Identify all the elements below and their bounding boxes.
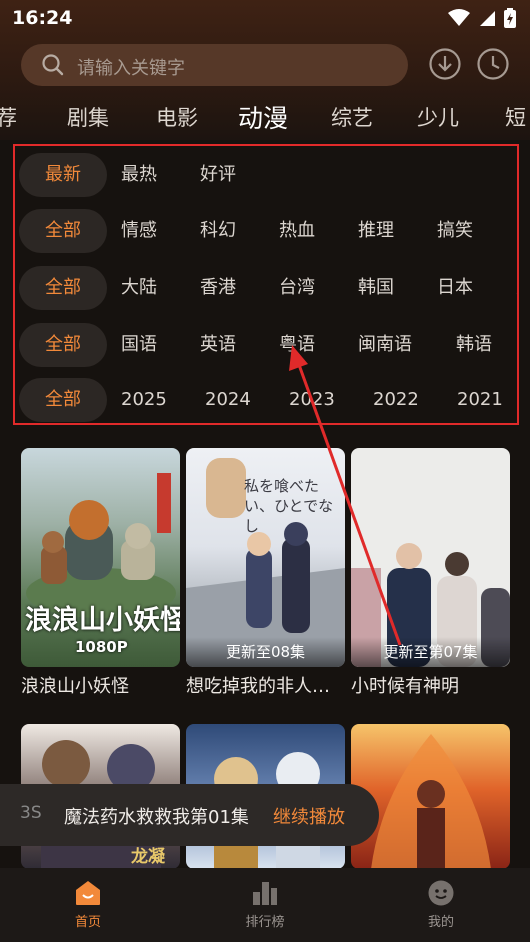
status-time: 16:24 [12,7,73,29]
nav-home[interactable]: 首页 [28,868,148,942]
home-icon [76,881,100,905]
filter-region-item[interactable]: 美 [516,266,517,310]
filter-region-all[interactable]: 全部 [19,266,107,310]
search-bar[interactable]: 请输入关键字 [21,44,408,86]
battery-icon [504,8,516,28]
filter-year-item[interactable]: 2021 [457,378,503,422]
tab-shorts[interactable]: 短 [505,102,526,132]
status-icons [448,8,516,28]
tab-anime[interactable]: 动漫 [238,99,288,135]
episode-badge: 更新至08集 [186,637,345,667]
tab-series[interactable]: 剧集 [67,102,109,132]
continue-play-button[interactable]: 继续播放 [273,803,345,829]
filter-region-item[interactable]: 韩国 [358,266,394,310]
card-title[interactable]: 想吃掉我的非人… [186,672,346,698]
nav-home-label: 首页 [74,915,101,930]
header: 16:24 请输入关键字 荐 剧集 电影 动漫 综艺 少儿 短 [0,0,530,140]
filter-sort-hot[interactable]: 最热 [121,153,157,197]
filter-genre-item[interactable]: 热血 [279,209,315,253]
filter-row-region: 全部 大陆 香港 台湾 韩国 日本 美 [15,266,517,310]
tab-kids[interactable]: 少儿 [417,102,459,132]
filter-region-item[interactable]: 大陆 [121,266,157,310]
history-icon[interactable] [476,47,510,81]
filter-genre-all[interactable]: 全部 [19,209,107,253]
poster-art [371,734,491,869]
card-title[interactable]: 浪浪山小妖怪 [21,672,181,698]
filter-language-item[interactable]: 英语 [200,323,236,367]
poster-art [351,543,510,667]
nav-ranking[interactable]: 排行榜 [205,868,325,942]
filter-region-item[interactable]: 日本 [437,266,473,310]
filter-genre-item[interactable]: 科幻 [200,209,236,253]
filter-region-item[interactable]: 香港 [200,266,236,310]
ranking-icon [253,882,277,905]
category-tabs: 荐 剧集 电影 动漫 综艺 少儿 短 [0,98,530,138]
filter-year-item[interactable]: 2024 [205,378,251,422]
filter-sort-rated[interactable]: 好评 [200,153,236,197]
poster-image[interactable] [351,724,510,869]
continue-playing-toast[interactable]: 3S 魔法药水救救我第01集 继续播放 [0,784,379,846]
search-input[interactable]: 请输入关键字 [77,54,185,80]
filter-year-all[interactable]: 全部 [19,378,107,422]
poster-image[interactable]: 私を喰べたい、ひとでなし 更新至08集 [186,448,345,667]
filter-genre-item[interactable]: 推理 [358,209,394,253]
filter-language-item[interactable]: 国语 [121,323,157,367]
filter-row-sort: 最新 最热 好评 [15,153,517,197]
status-bar: 16:24 [0,0,530,36]
filter-language-item[interactable]: 闽南语 [358,323,412,367]
toast-countdown: 3S [20,803,42,823]
filter-genre-item[interactable]: 搞笑 [437,209,473,253]
download-icon[interactable] [428,47,462,81]
poster-quality: 1080P [75,638,128,656]
poster-image[interactable]: 浪浪山小妖怪 1080P [21,448,180,667]
filter-genre-item[interactable]: 冒 [516,209,517,253]
filter-language-item[interactable]: 韩语 [456,323,492,367]
poster-image[interactable]: 更新至第07集 [351,448,510,667]
nav-profile[interactable]: 我的 [381,868,501,942]
card-title[interactable]: 小时候有神明 [351,672,511,698]
tab-movies[interactable]: 电影 [156,102,198,132]
filter-row-year: 全部 2025 2024 2023 2022 2021 [15,378,517,422]
filter-row-genre: 全部 情感 科幻 热血 推理 搞笑 冒 [15,209,517,253]
search-icon [42,54,64,76]
tab-recommend[interactable]: 荐 [0,102,17,132]
nav-profile-label: 我的 [427,915,454,930]
filter-year-item[interactable]: 2025 [121,378,167,422]
toast-text: 魔法药水救救我第01集 [64,807,249,828]
filter-language-all[interactable]: 全部 [19,323,107,367]
filter-region-item[interactable]: 台湾 [279,266,315,310]
filter-year-item[interactable]: 2023 [289,378,335,422]
filter-genre-item[interactable]: 情感 [121,209,157,253]
filter-language-cantonese[interactable]: 粤语 [279,323,315,367]
profile-icon [428,880,454,906]
filter-panel: 最新 最热 好评 全部 情感 科幻 热血 推理 搞笑 冒 全部 大陆 香港 台湾… [13,144,519,425]
tab-variety[interactable]: 综艺 [331,102,373,132]
signal-icon [480,11,495,26]
poster-title-art: 浪浪山小妖怪 [25,605,180,636]
filter-year-item[interactable]: 2022 [373,378,419,422]
poster-title-art: 私を喰べたい、ひとでなし [244,477,334,535]
nav-ranking-label: 排行榜 [245,915,285,930]
bottom-nav: 首页 排行榜 我的 [0,868,530,942]
episode-badge: 更新至第07集 [351,637,510,667]
filter-row-language: 全部 国语 英语 粤语 闽南语 韩语 [15,323,517,367]
wifi-icon [448,9,470,26]
filter-sort-latest[interactable]: 最新 [19,153,107,197]
